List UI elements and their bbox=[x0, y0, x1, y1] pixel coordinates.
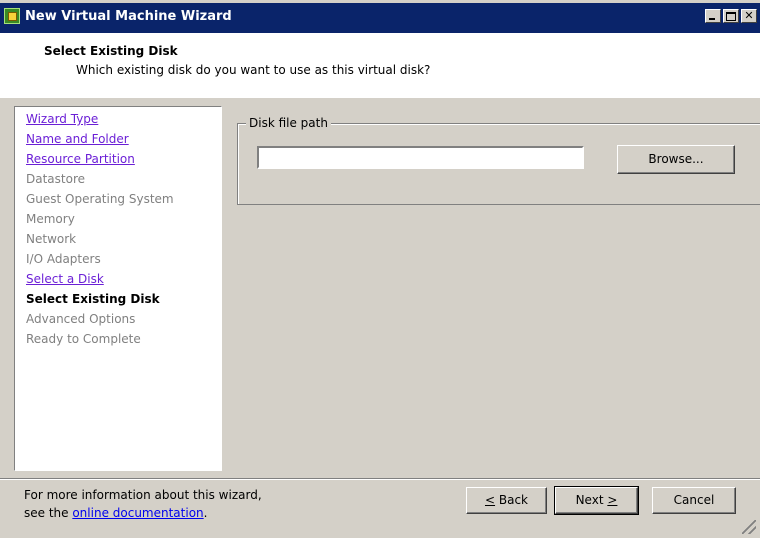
maximize-button[interactable] bbox=[723, 9, 739, 23]
title-bar[interactable]: New Virtual Machine Wizard ✕ bbox=[0, 3, 760, 33]
step-datastore: Datastore bbox=[26, 172, 86, 186]
help-text-line1: For more information about this wizard, bbox=[24, 488, 262, 502]
step-name-and-folder[interactable]: Name and Folder bbox=[26, 131, 129, 147]
back-button[interactable]: < Back bbox=[466, 487, 547, 514]
vm-app-icon bbox=[4, 8, 20, 24]
back-label: Back bbox=[495, 493, 528, 507]
step-advanced-options: Advanced Options bbox=[26, 312, 136, 326]
disk-path-group-label: Disk file path bbox=[246, 116, 331, 131]
browse-button[interactable]: Browse... bbox=[617, 145, 735, 174]
step-memory: Memory bbox=[26, 212, 75, 226]
step-select-a-disk[interactable]: Select a Disk bbox=[26, 271, 104, 287]
resize-grip-icon[interactable] bbox=[742, 520, 756, 534]
step-network: Network bbox=[26, 232, 77, 246]
step-resource-partition[interactable]: Resource Partition bbox=[26, 151, 135, 167]
help-text-line2: see the online documentation. bbox=[24, 506, 207, 520]
page-title: Select Existing Disk bbox=[44, 44, 178, 58]
wizard-header: Select Existing Disk Which existing disk… bbox=[0, 33, 760, 98]
online-documentation-link[interactable]: online documentation bbox=[72, 506, 203, 520]
footer-divider-highlight bbox=[0, 479, 760, 480]
step-wizard-type[interactable]: Wizard Type bbox=[26, 111, 98, 127]
step-guest-operating-system: Guest Operating System bbox=[26, 192, 174, 206]
next-label: Next bbox=[575, 493, 608, 507]
next-mnemonic: > bbox=[607, 493, 618, 507]
step-io-adapters: I/O Adapters bbox=[26, 252, 101, 266]
wizard-window: New Virtual Machine Wizard ✕ Select Exis… bbox=[0, 0, 760, 538]
header-divider bbox=[0, 97, 760, 98]
help-text-prefix: see the bbox=[24, 506, 73, 520]
help-text-suffix: . bbox=[203, 506, 208, 520]
step-ready-to-complete: Ready to Complete bbox=[26, 332, 141, 346]
window-title: New Virtual Machine Wizard bbox=[25, 9, 232, 24]
disk-path-input[interactable] bbox=[257, 146, 584, 169]
close-button[interactable]: ✕ bbox=[741, 9, 757, 23]
cancel-button[interactable]: Cancel bbox=[652, 487, 736, 514]
minimize-button[interactable] bbox=[705, 9, 721, 23]
step-select-existing-disk: Select Existing Disk bbox=[26, 292, 160, 306]
next-button[interactable]: Next > bbox=[554, 486, 639, 515]
back-mnemonic: < bbox=[484, 493, 496, 507]
page-subtitle: Which existing disk do you want to use a… bbox=[76, 63, 431, 77]
